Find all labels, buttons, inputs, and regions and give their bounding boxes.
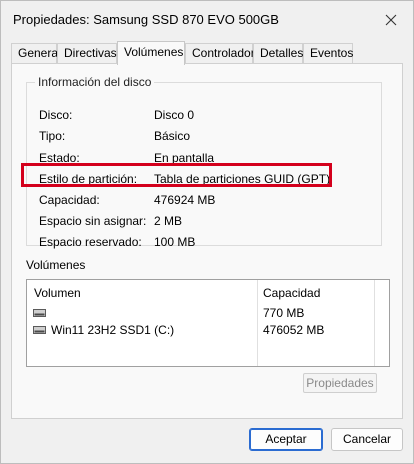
list-header: Volumen Capacidad [27,280,389,302]
info-label: Espacio reservado: [39,235,142,249]
column-header-volume[interactable]: Volumen [34,286,81,300]
list-item[interactable]: 770 MB [27,305,389,322]
drive-icon [33,326,46,334]
tab-directivas[interactable]: Directivas [57,43,117,64]
info-label: Estado: [39,151,80,165]
close-button[interactable] [375,7,407,33]
cancel-button[interactable]: Cancelar [331,428,403,451]
properties-window: Propiedades: Samsung SSD 870 EVO 500GB G… [0,0,414,464]
info-value: Disco 0 [154,108,195,122]
info-row-estado: Estado: En pantalla [39,151,369,167]
tab-strip: General Directivas Volúmenes Controlador… [11,41,403,65]
volumes-list[interactable]: Volumen Capacidad 770 MB Win11 23H2 SSD1… [26,279,390,367]
info-row-reservado: Espacio reservado: 100 MB [39,235,369,251]
tab-detalles[interactable]: Detalles [253,43,303,64]
info-value: Básico [154,129,191,143]
volume-capacity: 770 MB [263,306,305,320]
info-label: Tipo: [39,129,66,143]
title-bar: Propiedades: Samsung SSD 870 EVO 500GB [1,1,413,39]
info-row-sin-asignar: Espacio sin asignar: 2 MB [39,214,369,230]
volume-capacity: 476052 MB [263,323,325,337]
info-row-estilo-particion: Estilo de partición: Tabla de particione… [39,172,369,188]
disk-info-title: Información del disco [35,75,155,89]
info-row-capacidad: Capacidad: 476924 MB [39,193,369,209]
column-header-capacity[interactable]: Capacidad [263,286,320,300]
drive-icon [33,309,46,317]
volume-name: Win11 23H2 SSD1 (C:) [51,323,175,337]
disk-info-group: Información del disco Disco: Disco 0 Tip… [26,75,382,249]
info-value: Tabla de particiones GUID (GPT) [154,172,331,186]
tab-controlador[interactable]: Controlador [185,43,255,64]
volumes-panel: Información del disco Disco: Disco 0 Tip… [11,63,403,419]
volumes-section-label: Volúmenes [26,258,86,272]
close-icon [385,14,397,26]
list-item[interactable]: Win11 23H2 SSD1 (C:) 476052 MB [27,322,389,339]
info-value: 476924 MB [154,193,216,207]
tab-general[interactable]: General [11,43,61,64]
info-label: Capacidad: [39,193,100,207]
info-row-tipo: Tipo: Básico [39,129,369,145]
info-label: Disco: [39,108,73,122]
window-title: Propiedades: Samsung SSD 870 EVO 500GB [13,12,279,27]
tab-eventos[interactable]: Eventos [303,43,353,64]
info-row-disco: Disco: Disco 0 [39,108,369,124]
properties-button: Propiedades [303,373,377,393]
info-value: En pantalla [154,151,215,165]
info-value: 100 MB [154,235,196,249]
ok-button[interactable]: Aceptar [249,428,323,451]
info-label: Estilo de partición: [39,172,138,186]
info-label: Espacio sin asignar: [39,214,147,228]
tab-volumenes[interactable]: Volúmenes [117,41,185,65]
info-value: 2 MB [154,214,183,228]
